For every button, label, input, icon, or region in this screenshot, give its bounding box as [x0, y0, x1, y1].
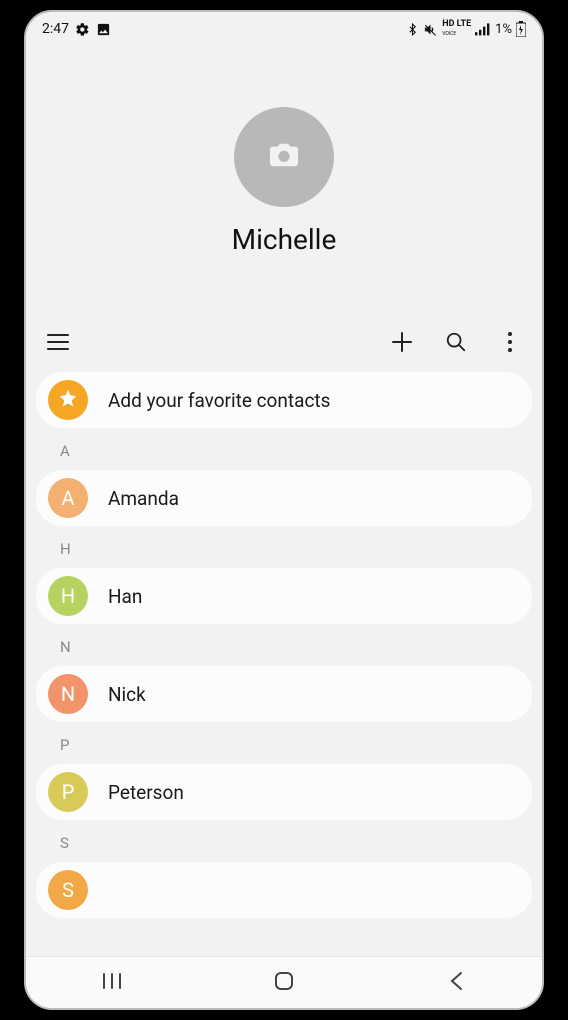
more-vertical-icon: [507, 331, 513, 357]
menu-button[interactable]: [44, 330, 72, 358]
section-header: H: [36, 526, 532, 568]
favorites-label: Add your favorite contacts: [108, 389, 330, 412]
hamburger-icon: [47, 333, 69, 355]
battery-charging-icon: [516, 21, 526, 37]
device-frame: 2:47 HD LTE VOICE 1%: [24, 10, 544, 1010]
profile-header: Michelle: [26, 46, 542, 316]
contact-row[interactable]: S: [36, 862, 532, 918]
contact-row[interactable]: A Amanda: [36, 470, 532, 526]
search-button[interactable]: [442, 330, 470, 358]
contact-avatar: S: [48, 870, 88, 910]
section-header: N: [36, 624, 532, 666]
profile-name: Michelle: [232, 223, 337, 256]
network-label: HD LTE VOICE: [442, 20, 471, 38]
plus-icon: [391, 331, 413, 357]
section-header: S: [36, 820, 532, 862]
signal-icon: [475, 22, 491, 36]
add-contact-button[interactable]: [388, 330, 416, 358]
contact-row[interactable]: N Nick: [36, 666, 532, 722]
section-header: A: [36, 428, 532, 470]
back-icon: [449, 971, 463, 995]
recents-button[interactable]: [92, 963, 132, 1003]
contact-name: Nick: [108, 683, 146, 706]
profile-avatar[interactable]: [234, 107, 334, 207]
system-navbar: [26, 956, 542, 1008]
search-icon: [445, 331, 467, 357]
status-bar: 2:47 HD LTE VOICE 1%: [26, 12, 542, 46]
back-button[interactable]: [436, 963, 476, 1003]
network-main: HD LTE: [442, 19, 471, 29]
bluetooth-icon: [406, 23, 419, 36]
contact-avatar: A: [48, 478, 88, 518]
status-time: 2:47: [42, 21, 69, 37]
home-button[interactable]: [264, 963, 304, 1003]
image-icon: [96, 22, 111, 37]
mute-icon: [423, 22, 438, 37]
contact-avatar: N: [48, 674, 88, 714]
favorites-row[interactable]: Add your favorite contacts: [36, 372, 532, 428]
star-badge: [48, 380, 88, 420]
contact-name: Peterson: [108, 781, 184, 804]
contact-name: Han: [108, 585, 142, 608]
status-right: HD LTE VOICE 1%: [406, 20, 526, 38]
contact-avatar: H: [48, 576, 88, 616]
star-icon: [58, 388, 78, 413]
settings-icon: [75, 22, 90, 37]
section-header: P: [36, 722, 532, 764]
status-left: 2:47: [42, 21, 111, 37]
contact-row[interactable]: H Han: [36, 568, 532, 624]
home-icon: [273, 970, 295, 996]
recents-icon: [102, 972, 122, 994]
contact-name: Amanda: [108, 487, 179, 510]
battery-text: 1%: [495, 22, 512, 37]
network-sub: VOICE: [442, 31, 456, 37]
contact-row[interactable]: P Peterson: [36, 764, 532, 820]
camera-icon: [267, 141, 301, 173]
more-button[interactable]: [496, 330, 524, 358]
contact-list[interactable]: Add your favorite contacts AA Amanda HH Han…: [26, 372, 542, 956]
contact-avatar: P: [48, 772, 88, 812]
toolbar: [26, 316, 542, 372]
